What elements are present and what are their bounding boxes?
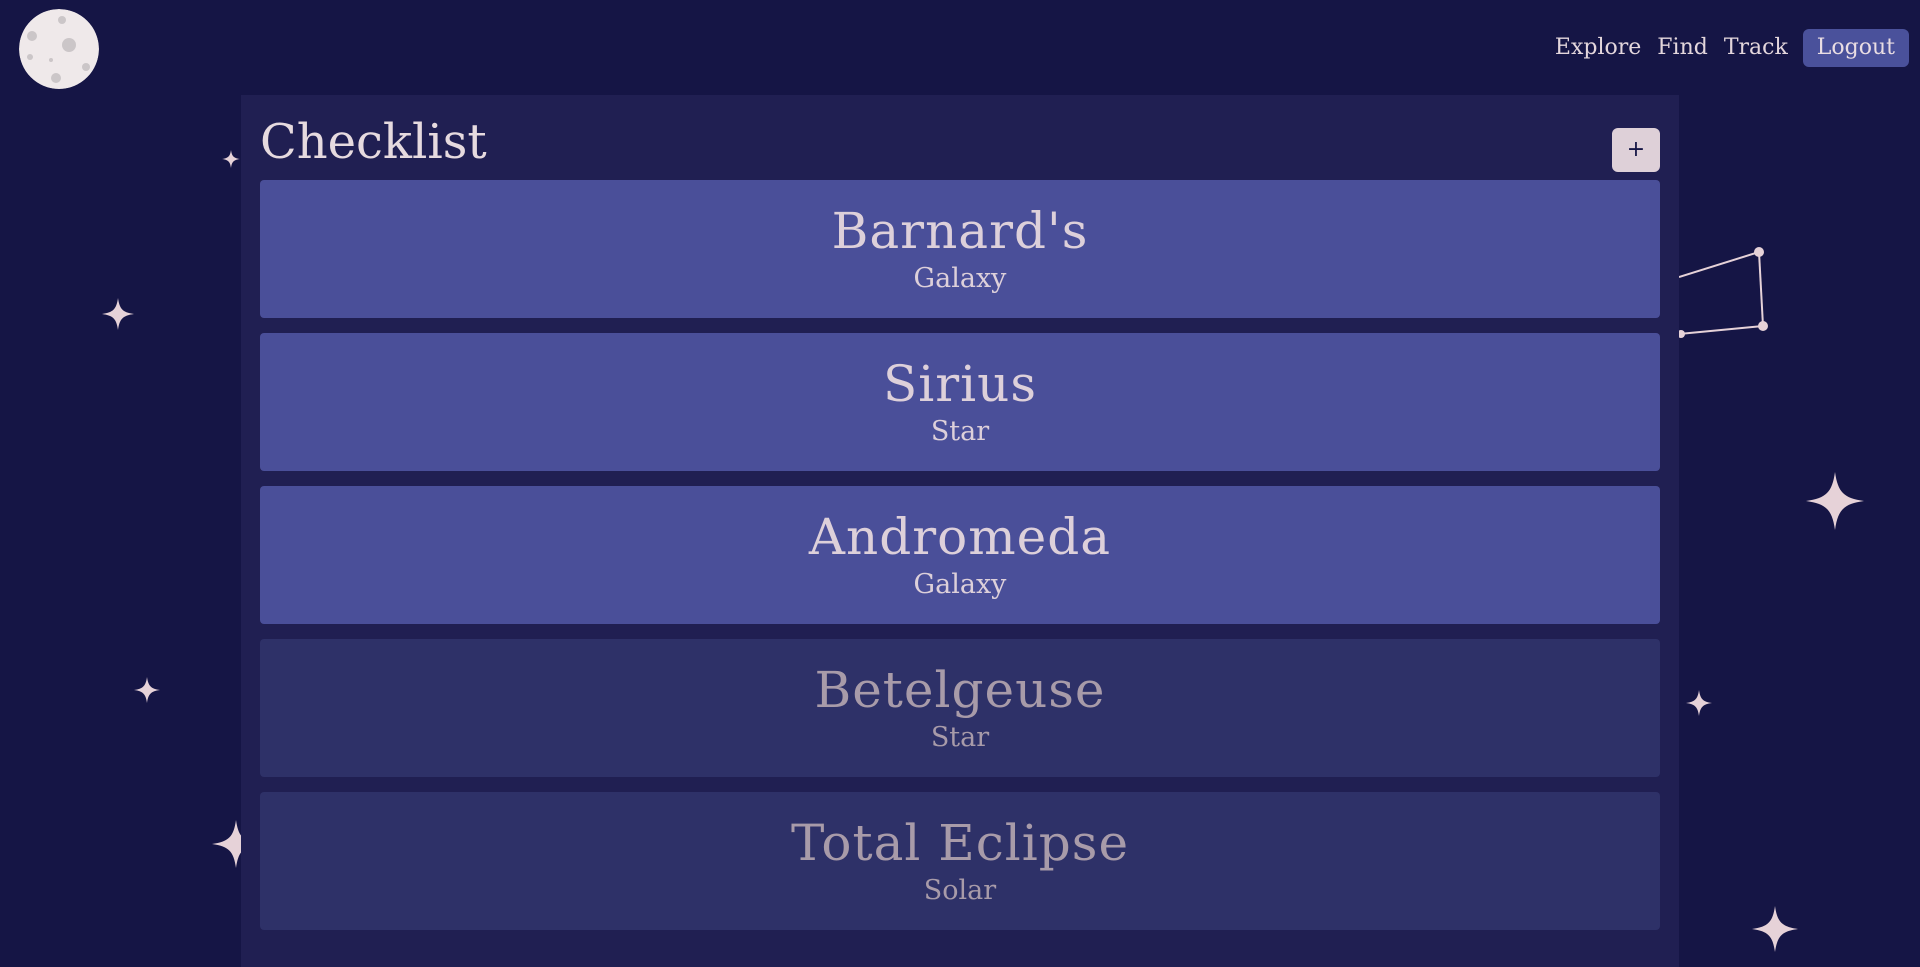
add-item-button[interactable]: + <box>1612 128 1660 172</box>
item-name: Betelgeuse <box>814 661 1106 719</box>
sparkle-icon <box>1752 906 1798 952</box>
nav-find-link[interactable]: Find <box>1657 29 1708 67</box>
sparkle-icon <box>222 149 240 169</box>
item-type: Star <box>930 416 990 447</box>
nav-track-link[interactable]: Track <box>1724 29 1788 67</box>
nav-explore-link[interactable]: Explore <box>1555 29 1641 67</box>
sparkle-icon <box>1686 689 1712 717</box>
item-name: Sirius <box>883 355 1037 413</box>
main-nav: Explore Find Track Logout <box>1555 29 1909 67</box>
checklist-item[interactable]: Total Eclipse Solar <box>260 792 1660 930</box>
item-type: Galaxy <box>913 263 1007 294</box>
sparkle-icon <box>102 297 134 331</box>
item-type: Star <box>930 722 990 753</box>
checklist-item[interactable]: Betelgeuse Star <box>260 639 1660 777</box>
checklist-panel: Checklist + Barnard's Galaxy Sirius Star… <box>241 95 1679 967</box>
item-name: Barnard's <box>831 202 1089 260</box>
item-type: Solar <box>923 875 997 906</box>
checklist-list: Barnard's Galaxy Sirius Star Andromeda G… <box>260 180 1660 945</box>
checklist-item[interactable]: Sirius Star <box>260 333 1660 471</box>
sparkle-icon <box>134 676 160 704</box>
moon-logo-icon[interactable] <box>19 9 99 89</box>
logout-button[interactable]: Logout <box>1802 29 1909 67</box>
item-name: Total Eclipse <box>790 814 1130 872</box>
sparkle-icon <box>1806 471 1864 531</box>
constellation-icon <box>1677 240 1779 344</box>
checklist-item[interactable]: Barnard's Galaxy <box>260 180 1660 318</box>
checklist-item[interactable]: Andromeda Galaxy <box>260 486 1660 624</box>
page-title: Checklist <box>260 114 487 170</box>
item-type: Galaxy <box>913 569 1007 600</box>
item-name: Andromeda <box>808 508 1112 566</box>
